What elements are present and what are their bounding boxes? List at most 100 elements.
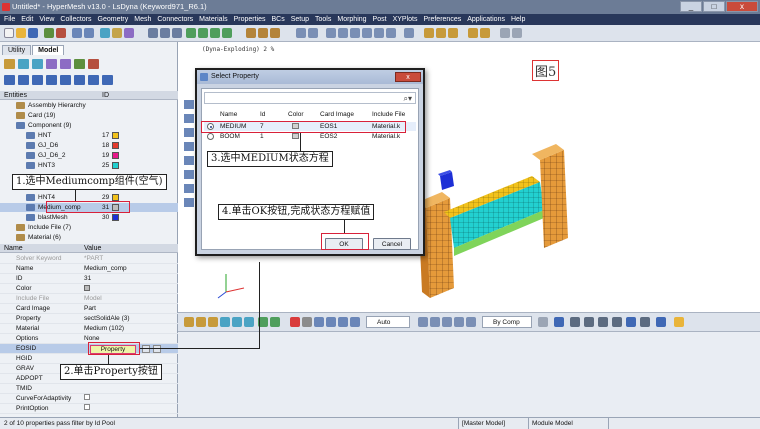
prop-card-image[interactable]: Card Image Part	[0, 304, 178, 314]
prop-tmid[interactable]: TMID	[0, 384, 178, 394]
display-icon[interactable]	[124, 28, 134, 38]
view-top-icon[interactable]	[198, 28, 208, 38]
color-swatch[interactable]	[84, 285, 90, 292]
tree-item-hnt3[interactable]: HNT3 25	[0, 161, 178, 170]
find-attached-icon[interactable]	[232, 317, 242, 327]
view-iso-icon[interactable]	[222, 28, 232, 38]
status-master-model[interactable]: [Master Model]	[458, 418, 528, 429]
menu-view[interactable]: View	[39, 16, 54, 23]
tree-item-blastmesh[interactable]: blastMesh 30	[0, 213, 178, 222]
tree-item-gj-d6[interactable]: GJ_D6 18	[0, 141, 178, 150]
open-file-icon[interactable]	[16, 28, 26, 38]
import-icon[interactable]	[44, 28, 54, 38]
sum-export-icon[interactable]	[512, 28, 522, 38]
mesh-icon[interactable]	[270, 28, 280, 38]
lasso-icon[interactable]	[418, 317, 428, 327]
minimize-button[interactable]: _	[680, 1, 702, 12]
translate-icon[interactable]	[326, 317, 336, 327]
hide-all-icon[interactable]	[270, 317, 280, 327]
maximize-button[interactable]: □	[703, 1, 725, 12]
duplicate-icon[interactable]	[302, 317, 312, 327]
material-icon[interactable]	[32, 75, 43, 85]
tree-item-card[interactable]: Card (19)	[0, 111, 178, 120]
pick-icon[interactable]	[442, 317, 452, 327]
mask-icon[interactable]	[100, 28, 110, 38]
tree-item-include-file[interactable]: Include File (7)	[0, 223, 178, 232]
menu-properties[interactable]: Properties	[234, 16, 266, 23]
select-icon[interactable]	[296, 28, 306, 38]
element-mode-icon[interactable]	[570, 317, 580, 327]
mesh-mode-icon[interactable]	[554, 317, 564, 327]
cancel-button[interactable]: Cancel	[373, 238, 411, 250]
show-icon[interactable]	[46, 59, 57, 69]
menu-setup[interactable]: Setup	[291, 16, 309, 23]
prop-print-option[interactable]: PrintOption	[0, 404, 178, 414]
menu-collectors[interactable]: Collectors	[60, 16, 91, 23]
fit-all-icon[interactable]	[350, 28, 360, 38]
menu-materials[interactable]: Materials	[199, 16, 227, 23]
search-icon[interactable]: ⌕▾	[404, 94, 413, 104]
sum-icon[interactable]	[500, 28, 510, 38]
tree-item-gj-d6-2[interactable]: GJ_D6_2 19	[0, 151, 178, 160]
settings-icon[interactable]	[88, 59, 99, 69]
id-option-icon[interactable]	[142, 345, 150, 353]
mask-browser-icon[interactable]	[468, 28, 478, 38]
zoom-icon[interactable]	[148, 28, 158, 38]
rotate-icon[interactable]	[172, 28, 182, 38]
menu-xyplots[interactable]: XYPlots	[393, 16, 418, 23]
color-swatch[interactable]	[112, 194, 119, 201]
redo-icon[interactable]	[84, 28, 94, 38]
menu-tools[interactable]: Tools	[315, 16, 331, 23]
menu-help[interactable]: Help	[511, 16, 525, 23]
pick-filter-icon[interactable]	[466, 317, 476, 327]
curve-checkbox[interactable]	[84, 394, 90, 400]
menu-mesh[interactable]: Mesh	[134, 16, 151, 23]
new-file-icon[interactable]	[4, 28, 14, 38]
load-icon[interactable]	[46, 75, 57, 85]
filter-icon[interactable]	[4, 59, 15, 69]
color-mode-select[interactable]: By Comp	[482, 316, 532, 328]
dialog-search-input[interactable]: ⌕▾	[204, 92, 416, 104]
spin-icon[interactable]	[374, 28, 384, 38]
reverse-icon[interactable]	[208, 317, 218, 327]
property-icon[interactable]	[18, 75, 29, 85]
fe-mode-icon[interactable]	[626, 317, 636, 327]
model-browser-icon[interactable]	[424, 28, 434, 38]
mask-icon[interactable]	[184, 317, 194, 327]
star-icon[interactable]	[674, 317, 684, 327]
prop-property[interactable]: Property sectSolidAle (3)	[0, 314, 178, 324]
tree-item-component[interactable]: Component (9)	[0, 121, 178, 130]
screen-icon[interactable]	[656, 317, 666, 327]
collapse-icon[interactable]	[32, 59, 43, 69]
group-icon[interactable]	[88, 75, 99, 85]
delete-icon[interactable]	[290, 317, 300, 327]
color-swatch[interactable]	[112, 214, 119, 221]
feature-mode-icon[interactable]	[612, 317, 622, 327]
prop-color[interactable]: Color	[0, 284, 178, 294]
id-clear-icon[interactable]	[153, 345, 161, 353]
view-select[interactable]: Auto	[366, 316, 410, 328]
prop-material[interactable]: Material Medium (102)	[0, 324, 178, 334]
color-swatch[interactable]	[112, 132, 119, 139]
radio-boom[interactable]	[207, 133, 214, 140]
rotate-entity-icon[interactable]	[338, 317, 348, 327]
pick-by-icon[interactable]	[454, 317, 464, 327]
line-mode-icon[interactable]	[584, 317, 594, 327]
reflect-icon[interactable]	[350, 317, 360, 327]
color-swatch[interactable]	[112, 152, 119, 159]
clip-icon[interactable]	[404, 28, 414, 38]
menu-file[interactable]: File	[4, 16, 15, 23]
print-checkbox[interactable]	[84, 404, 90, 410]
unmask-icon[interactable]	[112, 28, 122, 38]
fit-icon[interactable]	[160, 28, 170, 38]
wireframe-icon[interactable]	[258, 28, 268, 38]
reset-view-icon[interactable]	[386, 28, 396, 38]
zoom-out-icon[interactable]	[338, 28, 348, 38]
prop-name[interactable]: Name Medium_comp	[0, 264, 178, 274]
color-swatch[interactable]	[112, 142, 119, 149]
shaded-mode-icon[interactable]	[538, 317, 548, 327]
undo-icon[interactable]	[72, 28, 82, 38]
transparency-icon[interactable]	[640, 317, 650, 327]
system-icon[interactable]	[102, 75, 113, 85]
orbit-icon[interactable]	[362, 28, 372, 38]
